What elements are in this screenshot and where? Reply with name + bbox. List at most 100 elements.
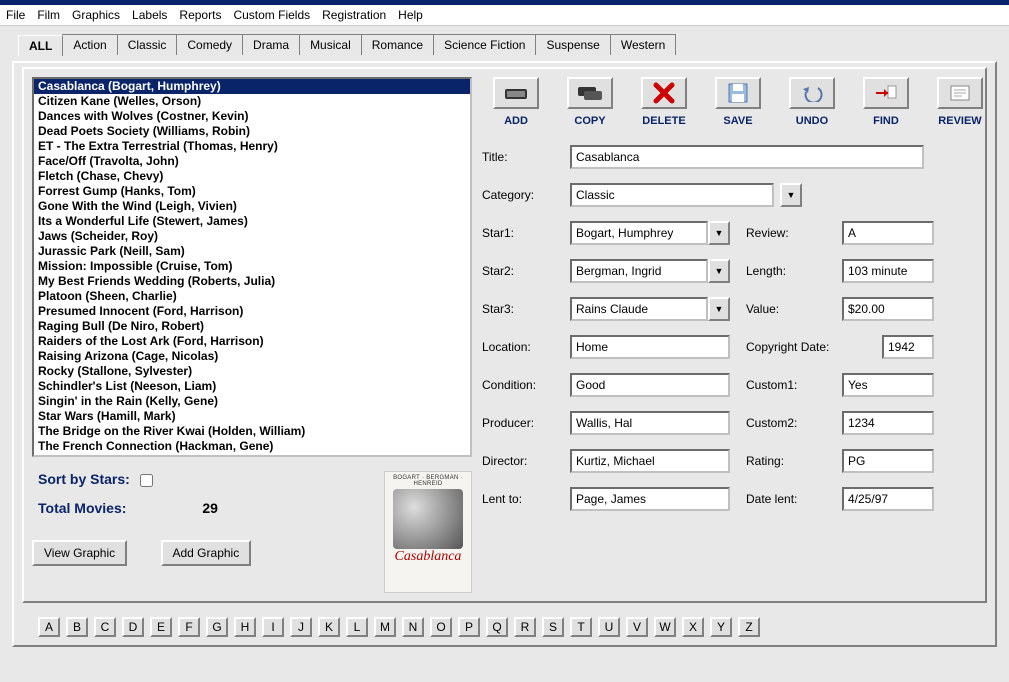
list-item[interactable]: Jaws (Scheider, Roy): [34, 229, 470, 244]
star1-dropdown-button[interactable]: ▼: [708, 221, 730, 245]
category-dropdown-button[interactable]: ▼: [780, 183, 802, 207]
title-field[interactable]: [570, 145, 924, 169]
alpha-t-button[interactable]: T: [570, 617, 592, 637]
alpha-n-button[interactable]: N: [402, 617, 424, 637]
toolbar-undo-button[interactable]: UNDO: [786, 77, 838, 127]
list-item[interactable]: Raging Bull (De Niro, Robert): [34, 319, 470, 334]
toolbar-copy-button[interactable]: COPY: [564, 77, 616, 127]
list-item[interactable]: Jurassic Park (Neill, Sam): [34, 244, 470, 259]
alpha-k-button[interactable]: K: [318, 617, 340, 637]
list-item[interactable]: Schindler's List (Neeson, Liam): [34, 379, 470, 394]
copyright-field[interactable]: [882, 335, 934, 359]
toolbar-find-button[interactable]: FIND: [860, 77, 912, 127]
alpha-g-button[interactable]: G: [206, 617, 228, 637]
alpha-b-button[interactable]: B: [66, 617, 88, 637]
tab-drama[interactable]: Drama: [242, 34, 300, 55]
alpha-e-button[interactable]: E: [150, 617, 172, 637]
alpha-o-button[interactable]: O: [430, 617, 452, 637]
condition-field[interactable]: [570, 373, 730, 397]
alpha-z-button[interactable]: Z: [738, 617, 760, 637]
toolbar-save-button[interactable]: SAVE: [712, 77, 764, 127]
alpha-c-button[interactable]: C: [94, 617, 116, 637]
custom1-field[interactable]: [842, 373, 934, 397]
alpha-p-button[interactable]: P: [458, 617, 480, 637]
list-item[interactable]: Gone With the Wind (Leigh, Vivien): [34, 199, 470, 214]
alpha-f-button[interactable]: F: [178, 617, 200, 637]
value-field[interactable]: [842, 297, 934, 321]
tab-classic[interactable]: Classic: [117, 34, 178, 55]
lent-to-field[interactable]: [570, 487, 730, 511]
menu-film[interactable]: Film: [37, 8, 60, 22]
list-item[interactable]: Citizen Kane (Welles, Orson): [34, 94, 470, 109]
star3-dropdown-button[interactable]: ▼: [708, 297, 730, 321]
tab-action[interactable]: Action: [62, 34, 117, 55]
length-field[interactable]: [842, 259, 934, 283]
date-lent-field[interactable]: [842, 487, 934, 511]
movie-list[interactable]: Casablanca (Bogart, Humphrey)Citizen Kan…: [32, 77, 472, 457]
review-field[interactable]: [842, 221, 934, 245]
list-item[interactable]: The Bridge on the River Kwai (Holden, Wi…: [34, 424, 470, 439]
rating-field[interactable]: [842, 449, 934, 473]
alpha-d-button[interactable]: D: [122, 617, 144, 637]
list-item[interactable]: Casablanca (Bogart, Humphrey): [34, 79, 470, 94]
list-item[interactable]: ET - The Extra Terrestrial (Thomas, Henr…: [34, 139, 470, 154]
menu-custom-fields[interactable]: Custom Fields: [233, 8, 310, 22]
list-item[interactable]: Its a Wonderful Life (Stewert, James): [34, 214, 470, 229]
alpha-v-button[interactable]: V: [626, 617, 648, 637]
toolbar-add-button[interactable]: ADD: [490, 77, 542, 127]
star2-field[interactable]: [570, 259, 708, 283]
tab-romance[interactable]: Romance: [361, 34, 434, 55]
alpha-w-button[interactable]: W: [654, 617, 676, 637]
menu-help[interactable]: Help: [398, 8, 423, 22]
list-item[interactable]: Dead Poets Society (Williams, Robin): [34, 124, 470, 139]
alpha-y-button[interactable]: Y: [710, 617, 732, 637]
director-field[interactable]: [570, 449, 730, 473]
list-item[interactable]: My Best Friends Wedding (Roberts, Julia): [34, 274, 470, 289]
alpha-x-button[interactable]: X: [682, 617, 704, 637]
menu-reports[interactable]: Reports: [179, 8, 221, 22]
category-field[interactable]: [570, 183, 774, 207]
alpha-r-button[interactable]: R: [514, 617, 536, 637]
add-graphic-button[interactable]: Add Graphic: [161, 540, 252, 566]
tab-western[interactable]: Western: [610, 34, 676, 55]
list-item[interactable]: Forrest Gump (Hanks, Tom): [34, 184, 470, 199]
list-item[interactable]: The Godfather (Brando, Marlon): [34, 454, 470, 457]
star1-field[interactable]: [570, 221, 708, 245]
list-item[interactable]: Singin' in the Rain (Kelly, Gene): [34, 394, 470, 409]
menu-registration[interactable]: Registration: [322, 8, 386, 22]
tab-all[interactable]: ALL: [18, 35, 63, 56]
location-field[interactable]: [570, 335, 730, 359]
list-item[interactable]: The French Connection (Hackman, Gene): [34, 439, 470, 454]
toolbar-review-button[interactable]: REVIEW: [934, 77, 986, 127]
alpha-l-button[interactable]: L: [346, 617, 368, 637]
list-item[interactable]: Star Wars (Hamill, Mark): [34, 409, 470, 424]
sort-by-stars-checkbox[interactable]: [140, 474, 153, 487]
list-item[interactable]: Mission: Impossible (Cruise, Tom): [34, 259, 470, 274]
alpha-u-button[interactable]: U: [598, 617, 620, 637]
star2-dropdown-button[interactable]: ▼: [708, 259, 730, 283]
menu-graphics[interactable]: Graphics: [72, 8, 120, 22]
custom2-field[interactable]: [842, 411, 934, 435]
list-item[interactable]: Raiders of the Lost Ark (Ford, Harrison): [34, 334, 470, 349]
list-item[interactable]: Fletch (Chase, Chevy): [34, 169, 470, 184]
producer-field[interactable]: [570, 411, 730, 435]
list-item[interactable]: Presumed Innocent (Ford, Harrison): [34, 304, 470, 319]
star3-field[interactable]: [570, 297, 708, 321]
list-item[interactable]: Dances with Wolves (Costner, Kevin): [34, 109, 470, 124]
tab-musical[interactable]: Musical: [299, 34, 362, 55]
tab-suspense[interactable]: Suspense: [535, 34, 610, 55]
menu-labels[interactable]: Labels: [132, 8, 167, 22]
tab-science-fiction[interactable]: Science Fiction: [433, 34, 536, 55]
list-item[interactable]: Raising Arizona (Cage, Nicolas): [34, 349, 470, 364]
alpha-m-button[interactable]: M: [374, 617, 396, 637]
menu-file[interactable]: File: [6, 8, 25, 22]
alpha-i-button[interactable]: I: [262, 617, 284, 637]
toolbar-delete-button[interactable]: DELETE: [638, 77, 690, 127]
view-graphic-button[interactable]: View Graphic: [32, 540, 127, 566]
list-item[interactable]: Face/Off (Travolta, John): [34, 154, 470, 169]
alpha-a-button[interactable]: A: [38, 617, 60, 637]
alpha-s-button[interactable]: S: [542, 617, 564, 637]
list-item[interactable]: Platoon (Sheen, Charlie): [34, 289, 470, 304]
alpha-q-button[interactable]: Q: [486, 617, 508, 637]
tab-comedy[interactable]: Comedy: [176, 34, 243, 55]
